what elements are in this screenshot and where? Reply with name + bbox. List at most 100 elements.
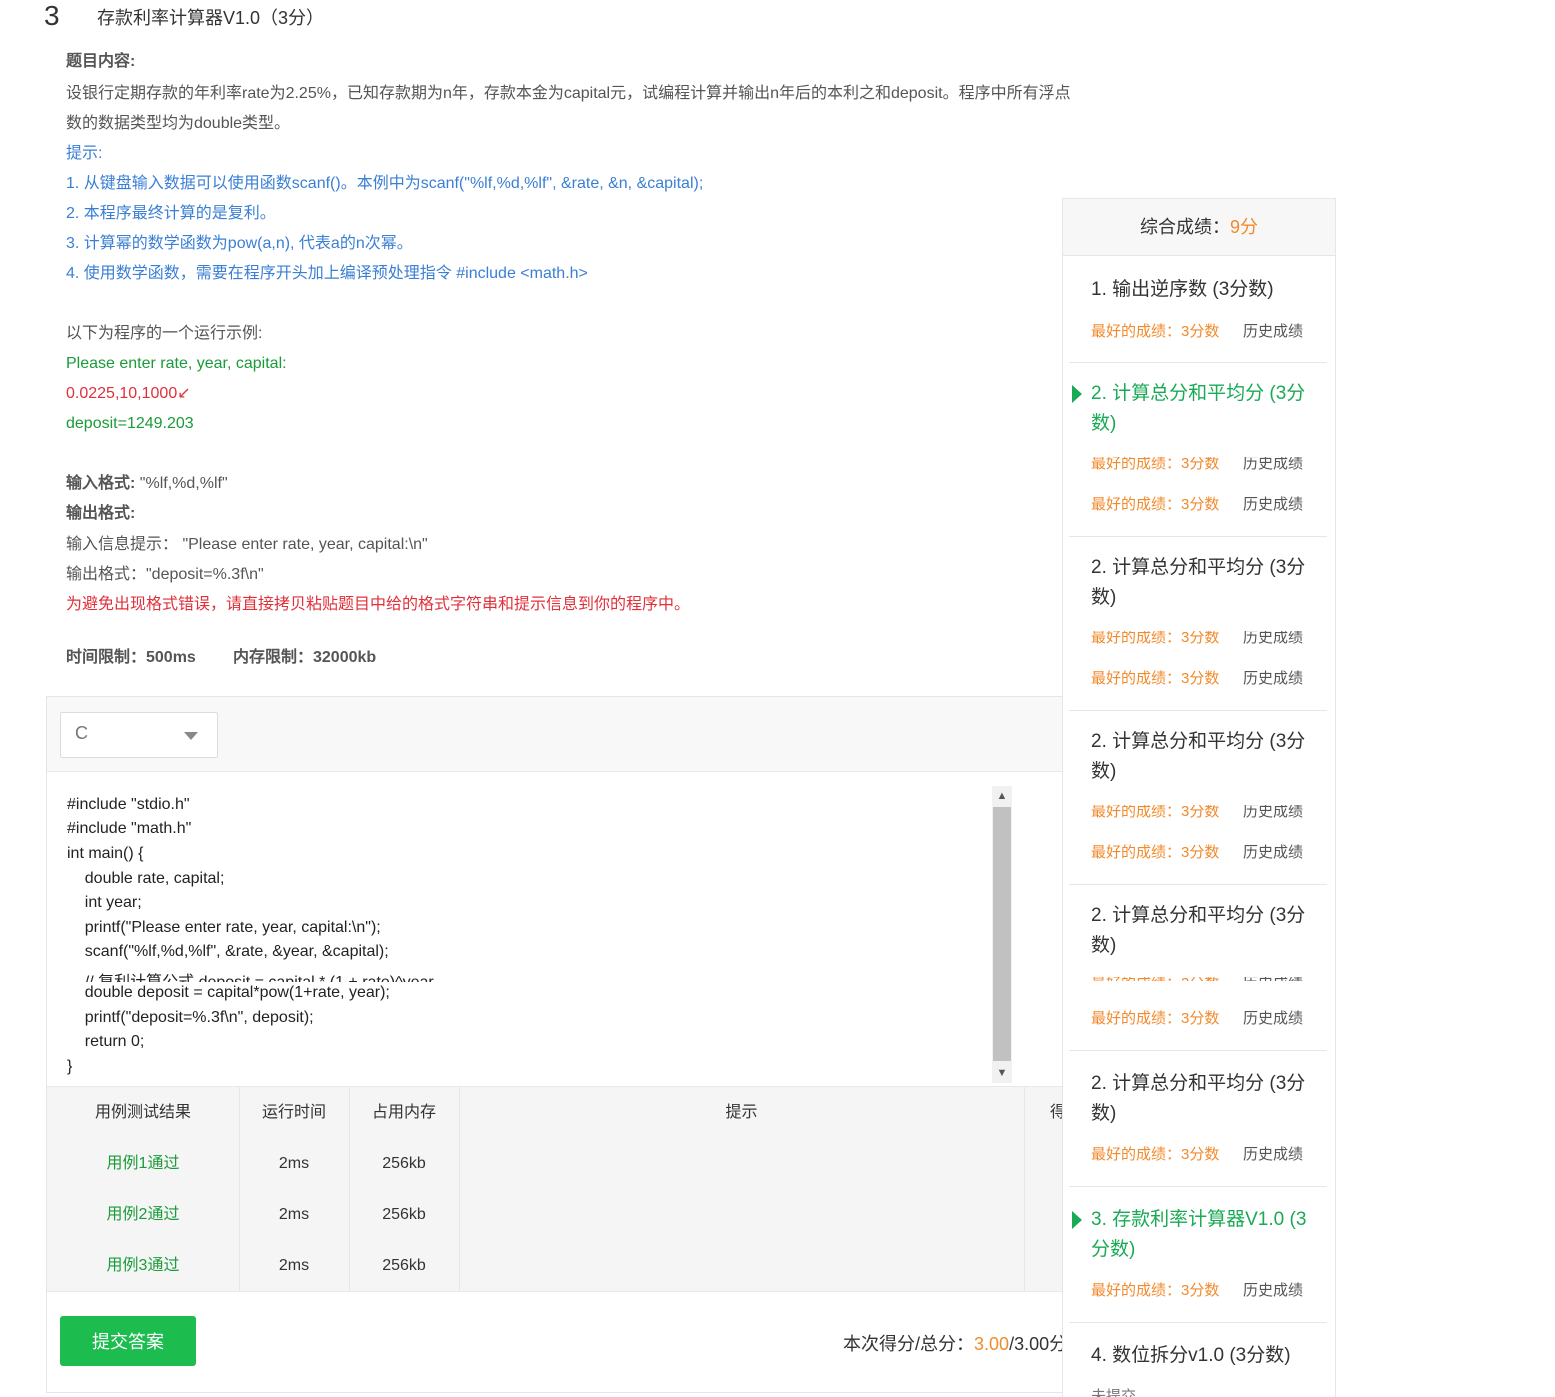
memory-limit: 内存限制：32000kb [233,649,377,666]
code-line: printf("deposit=%.3f\n", deposit); [67,1009,314,1026]
case-memory: 256kb [382,1155,426,1172]
score-value: 3.00 [974,1334,1010,1354]
history-link[interactable]: 历史成绩 [1243,1143,1303,1164]
best-score-ghost: 最好的成绩：3分数历史成绩 [1091,977,1321,981]
hint-item: 3. 计算幂的数学函数为pow(a,n), 代表a的n次幂。 [66,235,413,252]
code-line: #include "math.h" [67,820,192,837]
table-row: 用例1通过 2ms 256kb 1 [47,1138,1108,1190]
submit-answer-button[interactable]: 提交答案 [60,1316,196,1366]
format-warning: 为避免出现格式错误，请直接拷贝粘贴题目中给的格式字符串和提示信息到你的程序中。 [66,596,691,613]
output-format-line: 输出格式："deposit=%.3f\n" [66,566,264,583]
case-memory: 256kb [382,1206,426,1223]
content-heading: 题目内容: [66,53,136,70]
history-link[interactable]: 历史成绩 [1243,493,1303,514]
header-hint: 提示 [725,1104,758,1121]
sidebar-item-8[interactable]: 4. 数位拆分v1.0 (3分数) 未提交 [1069,1323,1327,1397]
input-format-label: 输入格式: [66,475,136,492]
header-time: 运行时间 [261,1104,326,1121]
sidebar-item-5[interactable]: 2. 计算总分和平均分 (3分数) 最好的成绩：3分数历史成绩 最好的成绩：3分… [1069,885,1327,1051]
code-line: // 复利计算公式 deposit = capital * (1 + rate)… [67,968,434,982]
total-score-label: 综合成绩： [1139,217,1230,237]
description-para-1: 设银行定期存款的年利率rate为2.25%，已知存款期为n年，存款本金为capi… [66,85,1071,102]
language-value: C [75,723,88,743]
sidebar-item-6[interactable]: 2. 计算总分和平均分 (3分数) 最好的成绩：3分数 历史成绩 [1069,1051,1327,1187]
submit-status: 未提交 [1091,1388,1137,1397]
best-score: 最好的成绩：3分数 [1091,1282,1220,1299]
score-sidebar: 综合成绩：9分 1. 输出逆序数 (3分数) 最好的成绩：3分数 历史成绩 2.… [1062,198,1336,1397]
best-score: 最好的成绩：3分数 [1091,1010,1220,1027]
sidebar-item-title[interactable]: 3. 存款利率计算器V1.0 (3分数) [1091,1205,1321,1265]
sidebar-item-title[interactable]: 2. 计算总分和平均分 (3分数) [1091,727,1321,787]
best-score-ghost: 最好的成绩：3分数历史成绩 [1091,805,1304,819]
score-total: /3.00分 [1009,1334,1068,1354]
code-line: return 0; [67,1033,145,1050]
best-score-ghost: 最好的成绩：3分数历史成绩 [1091,631,1304,645]
scrollbar-thumb[interactable] [993,807,1011,1061]
scroll-up-button[interactable]: ▲ [992,786,1012,806]
history-link[interactable]: 历史成绩 [1243,841,1303,862]
hint-label: 提示: [66,145,103,162]
table-row: 用例3通过 2ms 256kb 1 [47,1240,1108,1292]
best-score: 最好的成绩：3分数 [1091,670,1220,687]
code-line: int main() { [67,845,144,862]
sidebar-item-title[interactable]: 4. 数位拆分v1.0 (3分数) [1091,1341,1321,1371]
sidebar-item-1[interactable]: 1. 输出逆序数 (3分数) 最好的成绩：3分数 历史成绩 [1069,256,1327,363]
score-label: 本次得分/总分： [843,1334,975,1354]
sidebar-item-4[interactable]: 2. 计算总分和平均分 (3分数) 最好的成绩：3分数 历史成绩 最好的成绩：3分… [1069,711,1327,885]
chevron-down-icon: ▼ [996,1067,1008,1079]
question-number: 3 [44,0,60,31]
example-prompt: Please enter rate, year, capital: [66,355,287,372]
output-format-label: 输出格式: [66,505,136,522]
table-header: 用例测试结果 运行时间 占用内存 提示 得分 [47,1086,1108,1139]
case-hint [459,1240,1024,1291]
history-link[interactable]: 历史成绩 [1243,667,1303,688]
sidebar-item-title[interactable]: 2. 计算总分和平均分 (3分数) [1091,901,1321,961]
best-score: 最好的成绩：3分数 [1091,496,1220,513]
hint-item: 1. 从键盘输入数据可以使用函数scanf()。本例中为scanf("%lf,%… [66,175,704,192]
case-time: 2ms [278,1257,310,1274]
sidebar-item-title[interactable]: 2. 计算总分和平均分 (3分数) [1091,1069,1321,1129]
code-line: scanf("%lf,%d,%lf", &rate, &year, &capit… [67,943,389,960]
best-score-ghost: 最好的成绩：3分数历史成绩 [1091,457,1304,471]
hint-item: 4. 使用数学函数，需要在程序开头加上编译预处理指令 #include <mat… [66,265,588,282]
history-link[interactable]: 历史成绩 [1243,320,1303,341]
active-triangle-icon [1072,385,1082,403]
code-line: double deposit = capital*pow(1+rate, yea… [67,984,390,1001]
results-table: 用例测试结果 运行时间 占用内存 提示 得分 用例1通过 2ms 256kb 1… [47,1086,1108,1292]
chevron-up-icon: ▲ [996,790,1008,802]
code-line: #include "stdio.h" [67,796,190,813]
chevron-down-icon[interactable] [184,732,198,740]
header-memory: 占用内存 [371,1104,436,1121]
best-score: 最好的成绩：3分数 [1091,844,1220,861]
case-hint [459,1138,1024,1189]
total-score: 综合成绩：9分 [1063,199,1335,256]
sidebar-item-title[interactable]: 1. 输出逆序数 (3分数) [1091,275,1321,305]
scroll-down-button[interactable]: ▼ [992,1063,1012,1083]
case-time: 2ms [278,1206,310,1223]
input-format-value: "%lf,%d,%lf" [135,475,228,492]
output-prompt-line: 输入信息提示： "Please enter rate, year, capita… [66,536,428,553]
sidebar-item-3[interactable]: 2. 计算总分和平均分 (3分数) 最好的成绩：3分数 历史成绩 最好的成绩：3分… [1069,537,1327,711]
case-hint [459,1189,1024,1240]
sidebar-item-7[interactable]: 3. 存款利率计算器V1.0 (3分数) 最好的成绩：3分数 历史成绩 [1069,1187,1327,1323]
case-time: 2ms [278,1155,310,1172]
code-line: } [67,1058,73,1075]
total-score-value: 9分 [1229,217,1258,237]
score-summary: 本次得分/总分：3.00/3.00分 [843,1330,1067,1356]
case-memory: 256kb [382,1257,426,1274]
input-format: 输入格式: "%lf,%d,%lf" [66,474,228,494]
code-line: double rate, capital; [67,870,225,887]
sidebar-item-2[interactable]: 2. 计算总分和平均分 (3分数) 最好的成绩：3分数 历史成绩 最好的成绩：3分… [1069,363,1327,537]
header-result: 用例测试结果 [94,1104,191,1121]
history-link[interactable]: 历史成绩 [1243,1279,1303,1300]
sidebar-item-title[interactable]: 2. 计算总分和平均分 (3分数) [1091,553,1321,613]
table-row: 用例2通过 2ms 256kb 1 [47,1189,1108,1241]
sidebar-item-title[interactable]: 2. 计算总分和平均分 (3分数) [1091,379,1321,439]
case-result: 用例3通过 [106,1257,180,1274]
code-line: printf("Please enter rate, year, capital… [67,919,381,936]
time-limit: 时间限制：500ms [66,649,196,666]
example-output: deposit=1249.203 [66,415,194,432]
history-link[interactable]: 历史成绩 [1243,1007,1303,1028]
case-result: 用例1通过 [106,1155,180,1172]
code-line: int year; [67,894,142,911]
